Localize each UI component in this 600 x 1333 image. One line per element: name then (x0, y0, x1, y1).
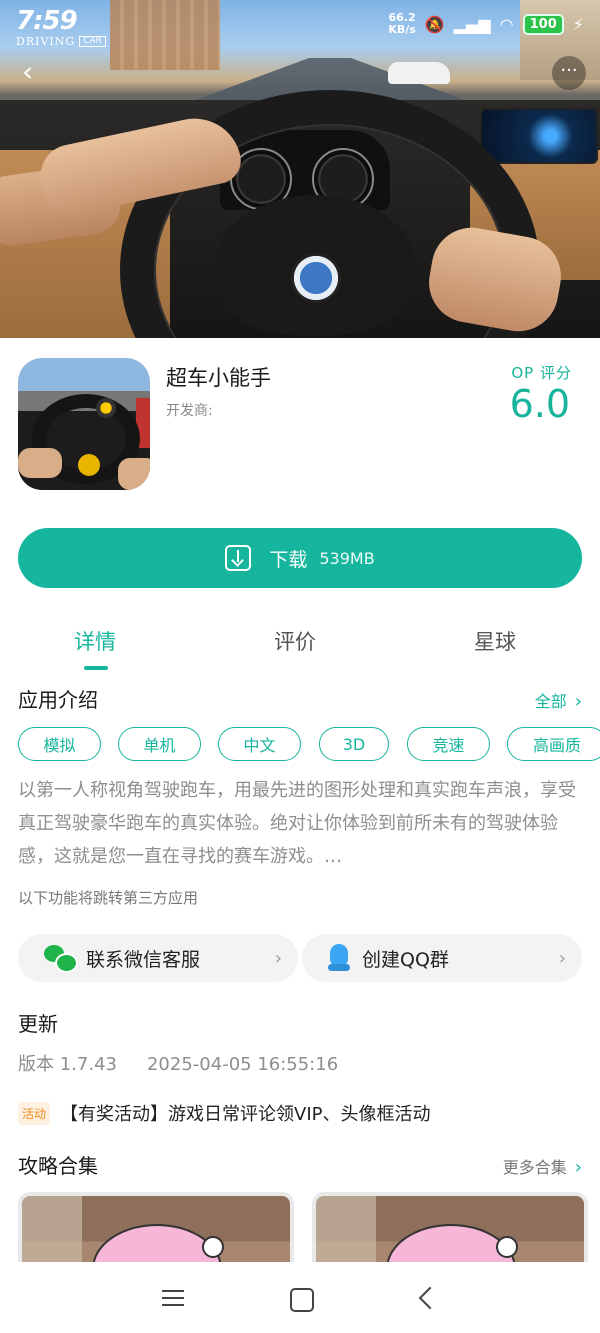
update-date: 2025-04-05 16:55:16 (146, 1054, 339, 1075)
activity-badge: 活动 (18, 1101, 51, 1125)
menu-icon[interactable] (158, 1283, 188, 1313)
tab-reviews[interactable]: 评价 (274, 626, 316, 656)
intro-all-link[interactable]: 全部 › (535, 688, 582, 712)
qq-group-label: 创建QQ群 (362, 948, 449, 971)
infotainment-screen (480, 108, 598, 164)
app-icon (18, 358, 150, 490)
chevron-right-icon: › (574, 1157, 582, 1178)
network-speed: 66.2 KB/s (388, 11, 416, 36)
rating-value: 6.0 (509, 382, 570, 426)
activity-banner[interactable]: 活动 【有奖活动】游戏日常评论领VIP、头像框活动 (18, 1100, 431, 1126)
wifi-icon: ◠ (499, 14, 514, 34)
third-party-note: 以下功能将跳转第三方应用 (18, 889, 199, 907)
signal-icon: ▂▄▆ (453, 14, 491, 34)
brand-car: CAR (79, 35, 106, 47)
back-icon[interactable] (412, 1283, 442, 1313)
guides-title: 攻略合集 (18, 1154, 98, 1178)
rating-label: OP 评分 (511, 364, 572, 382)
download-size: 539MB (319, 548, 375, 568)
chevron-right-icon: › (574, 691, 582, 712)
chevron-right-icon: › (558, 947, 566, 969)
distant-car (388, 62, 450, 84)
hero-banner-image: 7:59 DRIVING CAR 66.2 KB/s 🔕 ▂▄▆ ◠ 100 ⚡… (0, 0, 600, 338)
download-button[interactable]: 下载 539MB (18, 528, 582, 588)
update-title: 更新 (18, 1012, 58, 1036)
wheel-logo (291, 253, 341, 303)
tag-item[interactable]: 高画质 (507, 727, 600, 761)
qq-group-button[interactable]: 创建QQ群 › (302, 934, 582, 982)
app-name: 超车小能手 (166, 366, 271, 390)
more-options-button[interactable]: ··· (552, 56, 586, 90)
intro-title: 应用介绍 (18, 688, 98, 712)
wechat-service-button[interactable]: 联系微信客服 › (18, 934, 298, 982)
activity-text: 【有奖活动】游戏日常评论领VIP、头像框活动 (60, 1104, 431, 1125)
app-info-header: 超车小能手 开发商: OP 评分 6.0 (0, 338, 600, 518)
mute-bell-icon: 🔕 (424, 14, 445, 34)
version-info: 版本 1.7.43 2025-04-05 16:55:16 (18, 1050, 338, 1076)
battery-level: 100 (522, 13, 564, 35)
download-label: 下载 (269, 548, 308, 571)
tag-item[interactable]: 竞速 (407, 727, 490, 761)
tab-planet[interactable]: 星球 (474, 626, 516, 656)
app-detail-page: 7:59 DRIVING CAR 66.2 KB/s 🔕 ▂▄▆ ◠ 100 ⚡… (0, 0, 600, 1333)
tag-item[interactable]: 模拟 (18, 727, 101, 761)
tab-details[interactable]: 详情 (74, 626, 116, 656)
qq-icon (328, 944, 350, 972)
status-bar: 7:59 DRIVING CAR 66.2 KB/s 🔕 ▂▄▆ ◠ 100 ⚡ (0, 0, 600, 48)
charging-icon: ⚡ (572, 14, 584, 34)
tag-list: 模拟 单机 中文 3D 竞速 高画质 (18, 727, 600, 763)
tag-item[interactable]: 单机 (118, 727, 201, 761)
active-tab-indicator (84, 666, 108, 670)
system-nav-bar (0, 1262, 600, 1333)
guides-more-link[interactable]: 更多合集 › (503, 1154, 582, 1178)
detail-tabs: 详情 评价 星球 (0, 620, 600, 672)
app-description[interactable]: 以第一人称视角驾驶跑车，用最先进的图形处理和真实跑车声浪，享受真正驾驶豪华跑车的… (18, 774, 588, 873)
tag-item[interactable]: 3D (319, 727, 389, 761)
banner-logo: 7:59 DRIVING CAR (16, 8, 106, 47)
back-button[interactable]: ‹ (22, 58, 50, 86)
home-icon[interactable] (285, 1283, 315, 1313)
developer-label[interactable]: 开发商: (166, 400, 213, 420)
wechat-service-label: 联系微信客服 (86, 948, 201, 971)
tag-item[interactable]: 中文 (218, 727, 301, 761)
brand-word: DRIVING (16, 34, 76, 48)
version-number: 版本 1.7.43 (18, 1054, 117, 1075)
guide-card[interactable] (312, 1192, 588, 1272)
wechat-icon (44, 945, 78, 973)
status-time: 7:59 (16, 5, 78, 36)
chevron-right-icon: › (274, 947, 282, 969)
guide-card[interactable] (18, 1192, 294, 1272)
download-icon (225, 545, 252, 571)
